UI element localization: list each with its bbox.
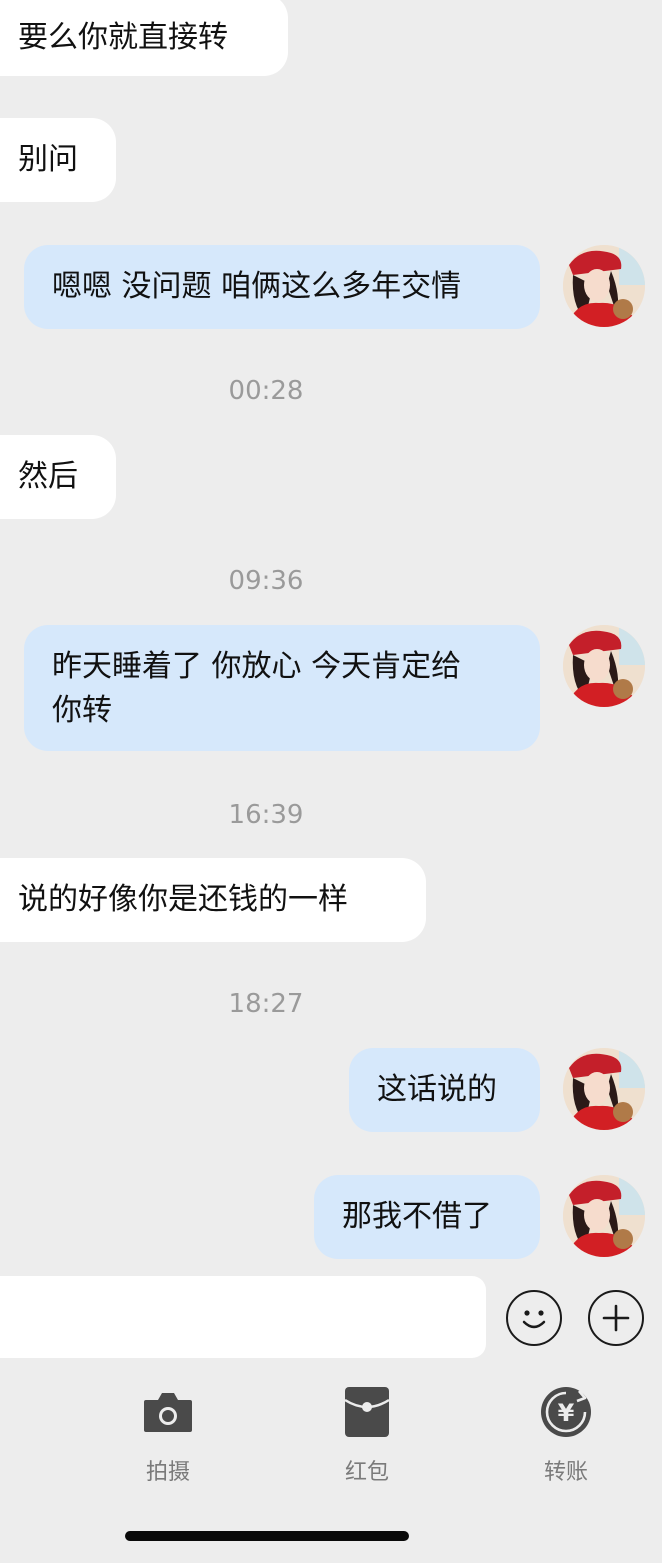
message-text: 嗯嗯 没问题 咱俩这么多年交情 <box>52 269 462 304</box>
camera-label: 拍摄 <box>145 1460 190 1485</box>
camera-icon <box>144 1393 192 1432</box>
red-packet-icon <box>344 1387 390 1437</box>
transfer-label: 转账 <box>543 1460 588 1485</box>
outgoing-message[interactable]: 昨天睡着了 你放心 今天肯定给 你转 <box>24 625 540 751</box>
chat-tools-panel: 拍摄 红包 ¥ 转账 <box>0 1374 662 1563</box>
emoji-button[interactable] <box>506 1290 562 1346</box>
outgoing-message[interactable]: 这话说的 <box>349 1048 540 1132</box>
avatar-image <box>563 625 645 707</box>
user-avatar[interactable] <box>563 1048 645 1130</box>
message-text: 然后 <box>18 459 78 494</box>
outgoing-message[interactable]: 嗯嗯 没问题 咱俩这么多年交情 <box>24 245 540 329</box>
avatar-image <box>563 245 645 327</box>
message-text-line: 昨天睡着了 你放心 今天肯定给 <box>52 649 462 684</box>
plus-icon <box>602 1304 629 1331</box>
red-packet-button[interactable]: 红包 <box>297 1384 437 1486</box>
incoming-message[interactable]: 说的好像你是还钱的一样 <box>0 858 426 942</box>
message-input[interactable] <box>0 1276 486 1358</box>
message-text: 要么你就直接转 <box>18 20 228 55</box>
message-text: 这话说的 <box>377 1072 497 1107</box>
timestamp: 09:36 <box>228 566 304 596</box>
user-avatar[interactable] <box>563 245 645 327</box>
message-input-bar <box>0 1262 662 1374</box>
transfer-icon: ¥ <box>541 1387 591 1437</box>
home-indicator[interactable] <box>125 1531 409 1541</box>
camera-button[interactable]: 拍摄 <box>98 1384 238 1486</box>
timestamp: 18:27 <box>228 989 304 1019</box>
timestamp: 00:28 <box>228 376 304 406</box>
incoming-message[interactable]: 要么你就直接转 <box>0 0 288 76</box>
user-avatar[interactable] <box>563 625 645 707</box>
transfer-button[interactable]: ¥ 转账 <box>496 1384 636 1486</box>
user-avatar[interactable] <box>563 1175 645 1257</box>
timestamp: 16:39 <box>228 800 304 830</box>
chat-message-list[interactable]: 要么你就直接转 别问 嗯嗯 没问题 咱俩这么多年交情 00:28 然后 09:3… <box>0 0 662 1262</box>
incoming-message[interactable]: 别问 <box>0 118 116 202</box>
more-button[interactable] <box>588 1290 644 1346</box>
yuan-symbol: ¥ <box>558 1399 575 1427</box>
emoji-icon <box>522 1309 545 1328</box>
message-text: 那我不借了 <box>342 1199 492 1234</box>
avatar-image <box>563 1175 645 1257</box>
red-packet-label: 红包 <box>344 1460 389 1485</box>
message-text-line: 你转 <box>52 693 112 728</box>
incoming-message[interactable]: 然后 <box>0 435 116 519</box>
message-text: 说的好像你是还钱的一样 <box>18 882 348 917</box>
message-text: 别问 <box>18 142 78 177</box>
outgoing-message[interactable]: 那我不借了 <box>314 1175 540 1259</box>
avatar-image <box>563 1048 645 1130</box>
